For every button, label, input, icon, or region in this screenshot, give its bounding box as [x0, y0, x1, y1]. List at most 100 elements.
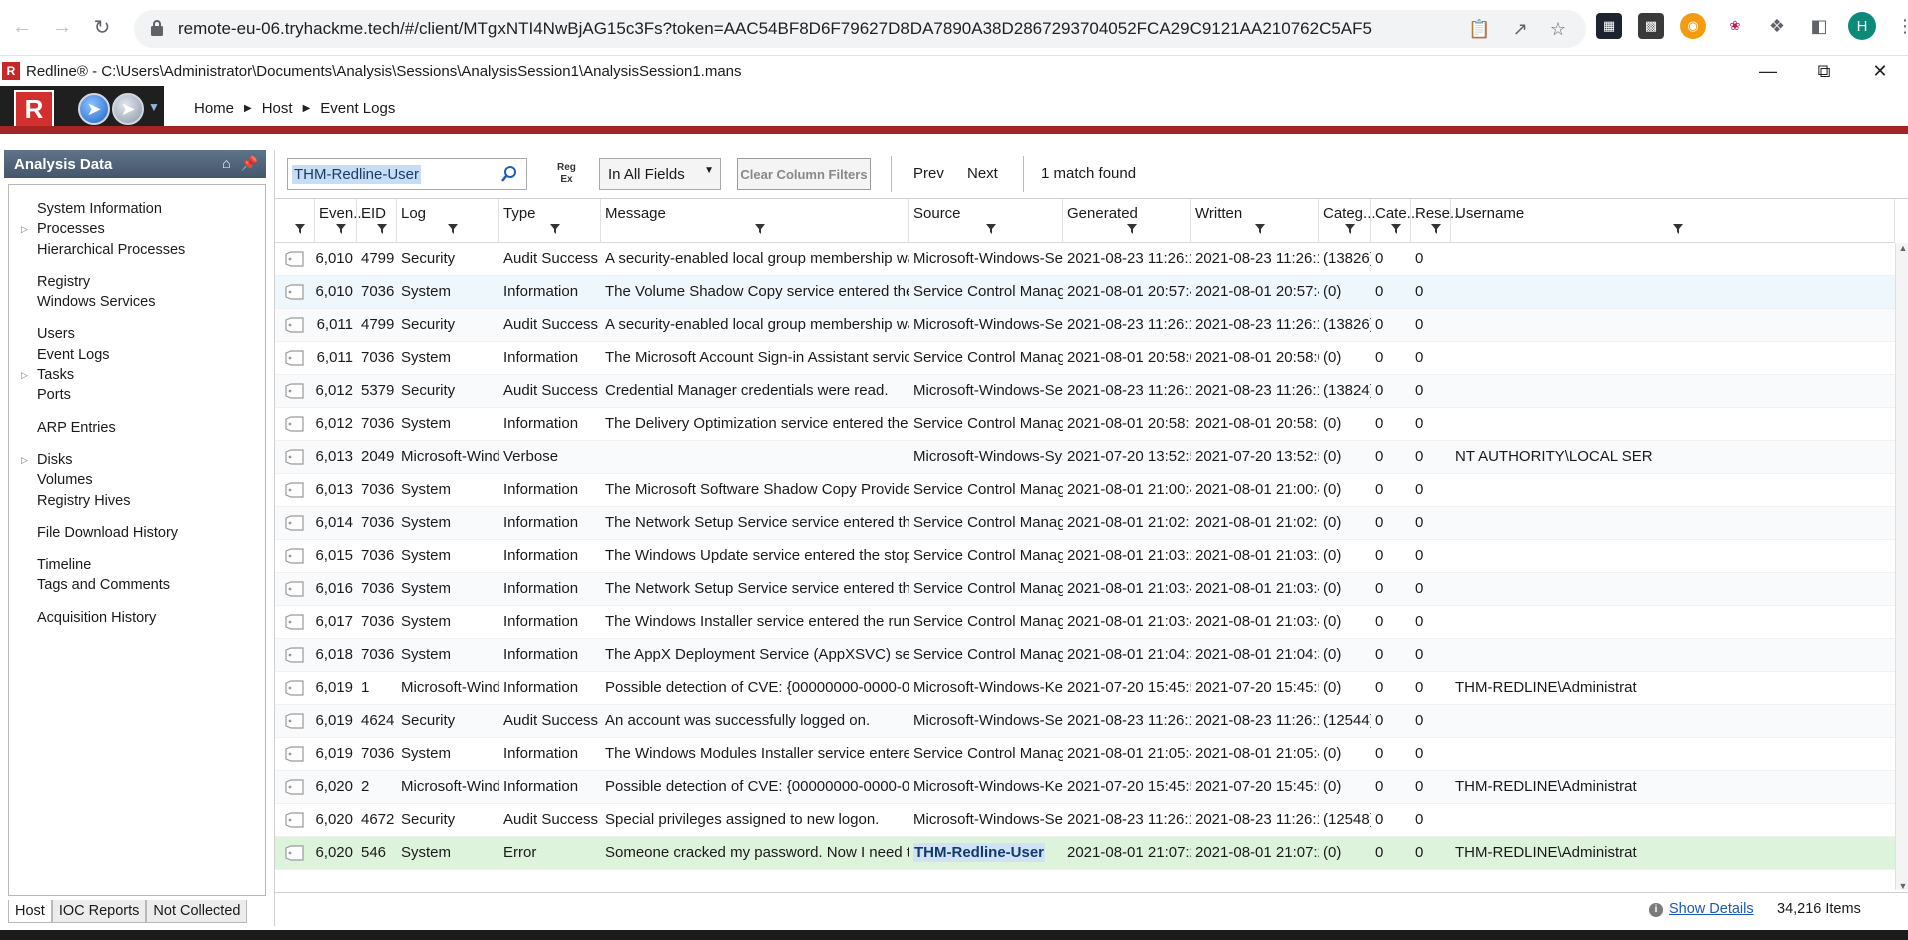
tag-icon[interactable] [285, 515, 305, 531]
table-row[interactable]: 6,019 4624 Security Audit Success An account… [275, 705, 1895, 738]
filter-funnel-icon[interactable] [985, 224, 996, 234]
column-header[interactable]: Rese... [1411, 199, 1463, 243]
column-header[interactable]: Log [397, 199, 499, 243]
tree-item[interactable]: Registry Hives [9, 491, 265, 511]
tree-item[interactable]: Users [9, 324, 265, 344]
back-arrow-icon[interactable]: ➤ [78, 93, 110, 125]
filter-funnel-icon[interactable] [1390, 224, 1401, 234]
bookmark-star-icon[interactable]: ☆ [1550, 19, 1566, 40]
filter-funnel-icon[interactable] [447, 224, 458, 234]
tag-icon[interactable] [285, 746, 305, 762]
kebab-menu-icon[interactable]: ⋮ [1892, 13, 1908, 39]
nav-dropdown-icon[interactable]: ▼ [148, 100, 160, 114]
vertical-scrollbar[interactable]: ▲ ▼ [1895, 243, 1908, 890]
tag-icon[interactable] [285, 845, 305, 861]
tree-item[interactable]: Windows Services [9, 292, 265, 312]
column-header[interactable]: Type [499, 199, 601, 243]
tree-item[interactable]: Registry [9, 272, 265, 292]
column-header[interactable]: Message [601, 199, 909, 243]
column-header[interactable] [275, 199, 315, 243]
table-row[interactable]: 6,016 7036 System Information The Network Se… [275, 573, 1895, 606]
table-row[interactable]: 6,019 7036 System Information The Windows Mo… [275, 738, 1895, 771]
table-row[interactable]: 6,011 7036 System Information The Microsoft … [275, 342, 1895, 375]
tree-item[interactable]: File Download History [9, 523, 265, 543]
home-icon[interactable]: ⌂ [222, 155, 230, 172]
tag-icon[interactable] [285, 614, 305, 630]
scroll-up-icon[interactable]: ▲ [1896, 243, 1908, 253]
tag-icon[interactable] [285, 680, 305, 696]
tree-item[interactable]: Hierarchical Processes [9, 240, 265, 260]
column-header[interactable]: Source [909, 199, 1063, 243]
filter-funnel-icon[interactable] [294, 224, 305, 234]
address-bar[interactable]: remote-eu-06.tryhackme.tech/#/client/MTg… [134, 10, 1586, 48]
tree-item[interactable]: ▷ Tasks [9, 365, 265, 385]
tree-item[interactable]: ▷ Processes [9, 219, 265, 239]
next-button[interactable]: Next [967, 165, 998, 182]
extension-icon[interactable]: ▦ [1596, 13, 1622, 39]
pin-icon[interactable]: 📌 [241, 155, 258, 172]
table-row[interactable]: 6,013 7036 System Information The Microsoft … [275, 474, 1895, 507]
tab-not-collected[interactable]: Not Collected [146, 900, 248, 923]
tag-icon[interactable] [285, 581, 305, 597]
tag-icon[interactable] [285, 449, 305, 465]
regex-toggle[interactable]: Reg Ex [557, 162, 576, 186]
minimize-icon[interactable]: — [1740, 56, 1796, 86]
tab-ioc-reports[interactable]: IOC Reports [51, 900, 147, 923]
tag-icon[interactable] [285, 416, 305, 432]
search-icon[interactable] [500, 165, 518, 183]
browser-back-icon[interactable]: ← [4, 10, 40, 46]
tree-item[interactable]: Ports [9, 385, 265, 405]
extension-icon[interactable]: ❀ [1722, 13, 1748, 39]
table-row[interactable]: 6,014 7036 System Information The Network Se… [275, 507, 1895, 540]
column-header[interactable]: Generated [1063, 199, 1191, 243]
expand-arrow-icon[interactable]: ▷ [21, 450, 28, 470]
table-row[interactable]: 6,011 4799 Security Audit Success A security… [275, 309, 1895, 342]
search-input[interactable]: THM-Redline-User [287, 158, 527, 190]
side-panel-icon[interactable]: ◧ [1806, 13, 1832, 39]
filter-funnel-icon[interactable] [376, 224, 387, 234]
close-icon[interactable]: ✕ [1852, 56, 1908, 86]
filter-funnel-icon[interactable] [1430, 224, 1441, 234]
tree-item[interactable]: Timeline [9, 555, 265, 575]
filter-funnel-icon[interactable] [549, 224, 560, 234]
table-row[interactable]: 6,010 7036 System Information The Volume Sha… [275, 276, 1895, 309]
profile-avatar[interactable]: H [1848, 12, 1876, 40]
table-row[interactable]: 6,020 546 System Error Someone cracked my pa… [275, 837, 1895, 870]
filter-funnel-icon[interactable] [1254, 224, 1265, 234]
column-header[interactable]: EID [357, 199, 397, 243]
column-header[interactable]: Categ... [1319, 199, 1376, 243]
table-row[interactable]: 6,012 7036 System Information The Delivery O… [275, 408, 1895, 441]
table-row[interactable]: 6,013 2049 Microsoft-Wind...Verbose Microso… [275, 441, 1895, 474]
tree-item[interactable]: System Information [9, 199, 265, 219]
tree-item[interactable]: Event Logs [9, 345, 265, 365]
clear-column-filters-button[interactable]: Clear Column Filters [737, 158, 871, 190]
column-header[interactable]: Cate... [1371, 199, 1419, 243]
table-row[interactable]: 6,015 7036 System Information The Windows Up… [275, 540, 1895, 573]
browser-reload-icon[interactable]: ↻ [84, 10, 120, 46]
tag-icon[interactable] [285, 482, 305, 498]
field-scope-select[interactable]: In All Fields ▼ [599, 158, 721, 190]
tag-icon[interactable] [285, 647, 305, 663]
table-row[interactable]: 6,017 7036 System Information The Windows In… [275, 606, 1895, 639]
restore-icon[interactable]: ⧉ [1796, 56, 1852, 86]
column-header[interactable]: Even... [315, 199, 366, 243]
tree-item[interactable]: Tags and Comments [9, 575, 265, 595]
tag-icon[interactable] [285, 713, 305, 729]
browser-forward-icon[interactable]: → [44, 10, 80, 46]
tag-icon[interactable] [285, 779, 305, 795]
expand-arrow-icon[interactable]: ▷ [21, 365, 28, 385]
filter-funnel-icon[interactable] [1126, 224, 1137, 234]
forward-arrow-icon[interactable]: ➤ [112, 93, 144, 125]
breadcrumb-event-logs[interactable]: Event Logs [320, 100, 395, 117]
table-row[interactable]: 6,010 4799 Security Audit Success A security… [275, 243, 1895, 276]
tag-icon[interactable] [285, 548, 305, 564]
table-row[interactable]: 6,020 2 Microsoft-Wind...Information Possib… [275, 771, 1895, 804]
tree-item[interactable]: ▷ Disks [9, 450, 265, 470]
filter-funnel-icon[interactable] [1344, 224, 1355, 234]
tag-icon[interactable] [285, 284, 305, 300]
column-header[interactable]: Written [1191, 199, 1319, 243]
breadcrumb-home[interactable]: Home [194, 100, 234, 117]
expand-arrow-icon[interactable]: ▷ [21, 219, 28, 239]
table-row[interactable]: 6,019 1 Microsoft-Wind...Information Possib… [275, 672, 1895, 705]
table-row[interactable]: 6,018 7036 System Information The AppX Deplo… [275, 639, 1895, 672]
